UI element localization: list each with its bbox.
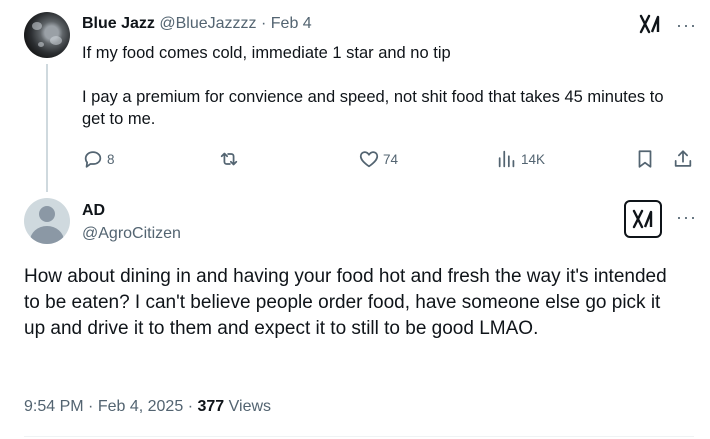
focused-tweet[interactable]: AD @AgroCitizen ··· How about dining in …: [0, 192, 710, 439]
post-time[interactable]: 9:54 PM: [24, 398, 84, 415]
grok-icon[interactable]: [638, 12, 662, 36]
separator-dot: ·: [261, 15, 267, 32]
bookmark-button[interactable]: [634, 147, 656, 171]
reply-bubble-icon: [84, 151, 102, 168]
grok-icon: [632, 209, 653, 229]
post-date[interactable]: Feb 4, 2025: [98, 398, 183, 415]
share-icon: [674, 150, 692, 167]
reply-button[interactable]: 8: [82, 147, 115, 171]
reply-count: 8: [107, 151, 115, 167]
user-handle[interactable]: @BlueJazzzz: [159, 15, 256, 32]
tweet-text-paragraph: I pay a premium for convience and speed,…: [82, 88, 664, 128]
default-avatar-head: [39, 206, 55, 222]
grok-button[interactable]: [624, 200, 662, 238]
views-count: 14K: [521, 151, 546, 167]
tweet-header: Blue Jazz @BlueJazzzz · Feb 4: [82, 14, 312, 34]
more-horizontal-icon[interactable]: ···: [676, 16, 697, 34]
display-name[interactable]: AD: [82, 202, 105, 220]
tweet-text: How about dining in and having your food…: [24, 266, 667, 339]
more-horizontal-icon[interactable]: ···: [676, 208, 697, 226]
views-count: 377: [197, 398, 225, 415]
like-button[interactable]: 74: [358, 147, 398, 171]
parent-tweet[interactable]: Blue Jazz @BlueJazzzz · Feb 4 ··· If my …: [0, 0, 710, 192]
views-label: Views: [228, 398, 272, 415]
like-count: 74: [383, 151, 399, 167]
analytics-bars-icon: [498, 150, 515, 168]
avatar[interactable]: [24, 12, 70, 58]
repost-icon: [220, 152, 238, 166]
divider: [24, 436, 694, 437]
repost-button[interactable]: [218, 147, 240, 171]
tweet-metadata: 9:54 PM · Feb 4, 2025 · 377 Views: [24, 398, 271, 416]
post-date[interactable]: Feb 4: [271, 15, 312, 32]
default-avatar-body: [30, 226, 64, 244]
views-button[interactable]: 14K: [496, 147, 545, 171]
avatar[interactable]: [24, 198, 70, 244]
share-button[interactable]: [672, 147, 694, 171]
bookmark-icon: [638, 150, 652, 168]
action-bar: 8 74 14K: [82, 147, 694, 171]
heart-icon: [359, 151, 379, 168]
user-handle[interactable]: @AgroCitizen: [82, 225, 181, 243]
display-name[interactable]: Blue Jazz: [82, 15, 155, 32]
tweet-text: If my food comes cold, immediate 1 star …: [82, 42, 682, 130]
thread-connector-line: [46, 64, 48, 192]
tweet-text-line: If my food comes cold, immediate 1 star …: [82, 44, 451, 62]
separator-dot: ·: [88, 398, 94, 415]
separator-dot: ·: [187, 398, 194, 415]
